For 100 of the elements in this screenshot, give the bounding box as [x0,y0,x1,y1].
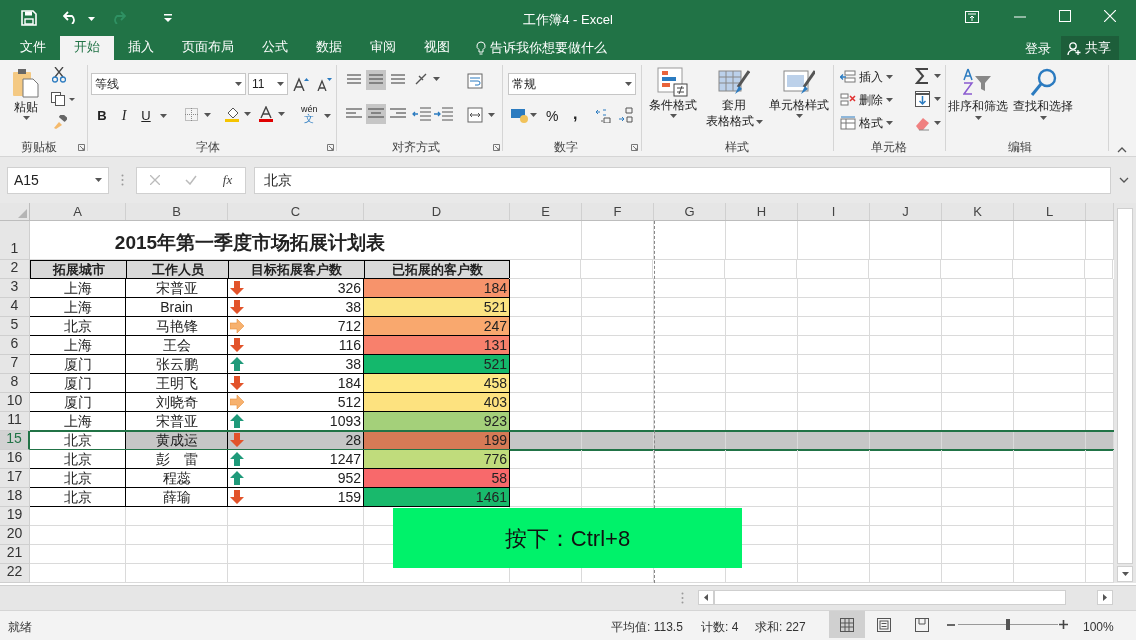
row-header[interactable]: 11 [0,412,30,431]
ribbon-tab[interactable]: 视图 [410,36,464,60]
row-header[interactable]: 22 [0,564,30,583]
column-header[interactable]: I [798,203,870,220]
row-header[interactable]: 15 [0,431,30,450]
editing-button[interactable]: 查找和选择 [1010,68,1076,120]
column-header[interactable]: K [942,203,1014,220]
check-icon[interactable] [185,175,198,185]
underline-button[interactable]: U [139,106,153,126]
caret-icon[interactable] [886,75,893,79]
expand-icon[interactable] [1119,177,1129,183]
save-icon[interactable] [21,10,37,26]
zoom-out-icon[interactable] [947,621,955,629]
ribbon-tab[interactable]: 审阅 [356,36,410,60]
row-header[interactable]: 10 [0,393,30,412]
editing-button[interactable]: 排序和筛选 [945,68,1011,120]
column-header[interactable]: A [30,203,126,220]
name-box[interactable]: A15 [7,166,109,194]
number-format-dropdown[interactable]: 常规 [508,73,636,95]
column-header[interactable]: E [510,203,582,220]
caret-icon[interactable] [277,82,284,86]
empty-cell [726,469,798,488]
scrollbar-thumb[interactable] [1117,208,1133,564]
italic-button[interactable]: I [117,105,131,126]
tell-me-search[interactable]: 告诉我你想要做什么 [476,36,607,60]
caret-icon[interactable] [1039,116,1047,120]
column-header[interactable]: D [364,203,510,220]
row-header[interactable]: 16 [0,450,30,469]
ribbon-tab[interactable]: 公式 [248,36,302,60]
row-header[interactable]: 2 [0,260,30,279]
row-header[interactable]: 1 [0,221,30,260]
column-header[interactable]: B [126,203,228,220]
caret-icon[interactable] [160,114,167,118]
row-header[interactable]: 8 [0,374,30,393]
row-header[interactable]: 5 [0,317,30,336]
row-header[interactable]: 3 [0,279,30,298]
ribbon-tab[interactable]: 数据 [302,36,356,60]
caret-icon[interactable] [755,119,763,124]
maximize-icon[interactable] [1059,10,1071,22]
view-button[interactable] [829,611,865,638]
share-button[interactable]: 共享 [1061,36,1119,60]
ribbon-tab[interactable]: 开始 [60,36,114,60]
insert-function-button[interactable]: fx [222,170,233,190]
row-header[interactable]: 20 [0,526,30,545]
paste-button[interactable]: 粘贴 [8,66,44,120]
ribbon-tab[interactable]: 文件 [6,36,60,60]
slider-thumb[interactable] [1006,619,1010,630]
comma-button[interactable]: , [573,102,578,126]
scroll-right-button[interactable] [1097,590,1113,605]
caret-icon[interactable] [324,114,331,118]
scroll-down-button[interactable] [1117,566,1133,582]
caret-icon[interactable] [974,116,982,120]
style-button[interactable]: 单元格样式 [767,67,831,118]
caret-icon[interactable] [886,98,893,102]
phonetic-guide-button[interactable]: wén 文 [301,105,318,123]
scroll-left-button[interactable] [698,590,714,605]
row-header[interactable]: 17 [0,469,30,488]
font-name-dropdown[interactable]: 等线 [91,73,246,95]
column-header[interactable]: H [726,203,798,220]
caret-icon[interactable] [886,121,893,125]
cells-menu-button[interactable]: 格式 [840,114,893,132]
ribbon-tab[interactable]: 页面布局 [168,36,248,60]
caret-icon[interactable] [625,82,632,86]
column-header[interactable]: J [870,203,942,220]
zoom-in-icon[interactable] [1059,620,1068,629]
style-button[interactable]: 套用 表格格式 [704,67,764,129]
row-header[interactable]: 18 [0,488,30,507]
style-button[interactable]: 条件格式 [645,67,701,118]
caret-icon[interactable] [95,178,102,182]
caret-icon[interactable] [235,82,242,86]
ribbon-tab[interactable]: 插入 [114,36,168,60]
formula-input[interactable]: 北京 [254,166,1111,194]
cells-menu-button[interactable]: 插入 [840,68,893,86]
column-header[interactable]: G [654,203,726,220]
ribbon-display-icon[interactable] [965,11,979,23]
close-icon[interactable] [1104,10,1116,22]
row-header[interactable]: 4 [0,298,30,317]
font-size-dropdown[interactable]: 11 [248,73,288,95]
empty-cell [654,317,726,336]
zoom-percentage[interactable]: 100% [1083,618,1114,636]
percent-button[interactable]: % [546,106,559,127]
customize-icon[interactable] [164,14,172,22]
scrollbar-thumb[interactable] [714,590,1066,605]
column-header[interactable]: C [228,203,364,220]
accounting-format-icon [511,107,537,123]
zoom-slider[interactable] [958,619,1058,630]
row-header[interactable]: 7 [0,355,30,374]
bold-button[interactable]: B [95,106,109,126]
column-header[interactable]: F [582,203,654,220]
caret-icon[interactable] [669,114,677,118]
row-header[interactable]: 21 [0,545,30,564]
empty-cell [582,355,654,374]
caret-icon[interactable] [795,114,803,118]
caret-icon[interactable] [88,17,95,21]
cells-menu-button[interactable]: 删除 [840,91,893,109]
caret-icon[interactable] [22,116,30,120]
row-header[interactable]: 6 [0,336,30,355]
sign-in-link[interactable]: 登录 [1025,39,1051,59]
row-header[interactable]: 19 [0,507,30,526]
column-header[interactable]: L [1014,203,1086,220]
